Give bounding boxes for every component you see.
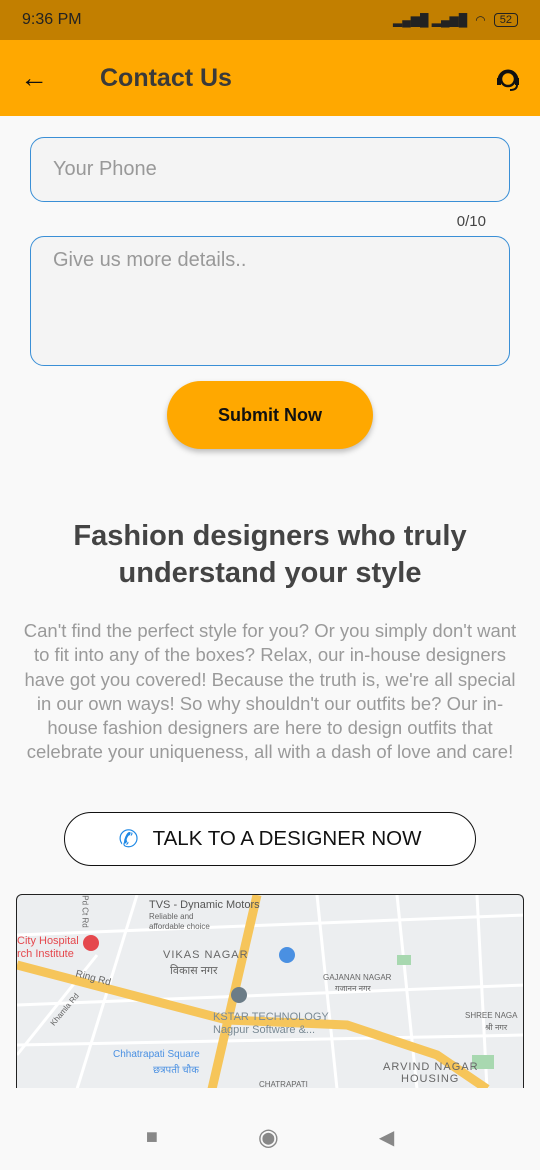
back-arrow-icon[interactable]: ← — [20, 62, 60, 94]
talk-to-designer-button[interactable]: ✆ TALK TO A DESIGNER NOW — [64, 812, 476, 866]
phone-call-icon: ✆ — [118, 825, 139, 853]
map-label: Chhatrapati Square — [113, 1049, 200, 1060]
talk-label: TALK TO A DESIGNER NOW — [152, 827, 422, 850]
map-label: TVS - Dynamic Motors — [149, 899, 260, 911]
app-bar: ← Contact Us — [0, 40, 540, 116]
map-label: Pd Ct Rd — [80, 895, 90, 928]
map-label: Nagpur Software &... — [213, 1024, 316, 1036]
map-view[interactable]: TVS - Dynamic Motors Reliable and afford… — [16, 894, 524, 1088]
page-title: Contact Us — [100, 63, 232, 92]
recents-button[interactable]: ■ — [146, 1126, 158, 1149]
battery-icon: 52 — [493, 13, 518, 27]
map-label: affordable choice — [149, 922, 210, 931]
map-label: Reliable and — [149, 912, 194, 921]
status-bar: 9:36 PM ▂▄▆█ ▂▄▆█ ◠ 52 — [0, 0, 540, 40]
map-label: गजानन नगर — [335, 984, 371, 993]
map-roads — [17, 895, 523, 1088]
map-label: rch Institute — [17, 948, 74, 960]
map-label: VIKAS NAGAR — [163, 949, 249, 961]
wifi-icon: ◠ — [475, 13, 486, 27]
customer-support-icon[interactable] — [494, 64, 522, 92]
map-label: HOUSING — [401, 1073, 460, 1085]
back-button[interactable]: ◀ — [379, 1125, 394, 1150]
status-time: 9:36 PM — [22, 11, 82, 28]
signal-icon: ▂▄▆█ ▂▄▆█ — [393, 13, 468, 27]
map-label: SHREE NAGA — [465, 1011, 518, 1020]
map-label: City Hospital — [17, 935, 79, 947]
map-label: श्री नगर — [485, 1023, 508, 1032]
phone-input[interactable]: Your Phone — [30, 137, 510, 202]
section-description: Can't find the perfect style for you? Or… — [23, 620, 517, 763]
map-label: छत्रपती चौक — [153, 1065, 199, 1076]
map-label: विकास नगर — [170, 965, 218, 977]
submit-button[interactable]: Submit Now — [167, 381, 373, 449]
phone-counter: 0/10 — [456, 213, 486, 230]
details-textarea[interactable]: Give us more details.. — [30, 236, 510, 366]
map-label: ARVIND NAGAR — [383, 1061, 479, 1073]
system-nav-bar: ■ ◉ ◀ — [0, 1104, 540, 1170]
details-placeholder: Give us more details.. — [53, 249, 247, 271]
phone-placeholder: Your Phone — [53, 158, 157, 180]
section-heading: Fashion designers who truly understand y… — [73, 520, 467, 589]
home-button[interactable]: ◉ — [258, 1123, 279, 1152]
map-label: CHATRAPATI — [259, 1080, 308, 1088]
map-label: KSTAR TECHNOLOGY — [213, 1011, 329, 1023]
map-label: GAJANAN NAGAR — [323, 973, 392, 982]
